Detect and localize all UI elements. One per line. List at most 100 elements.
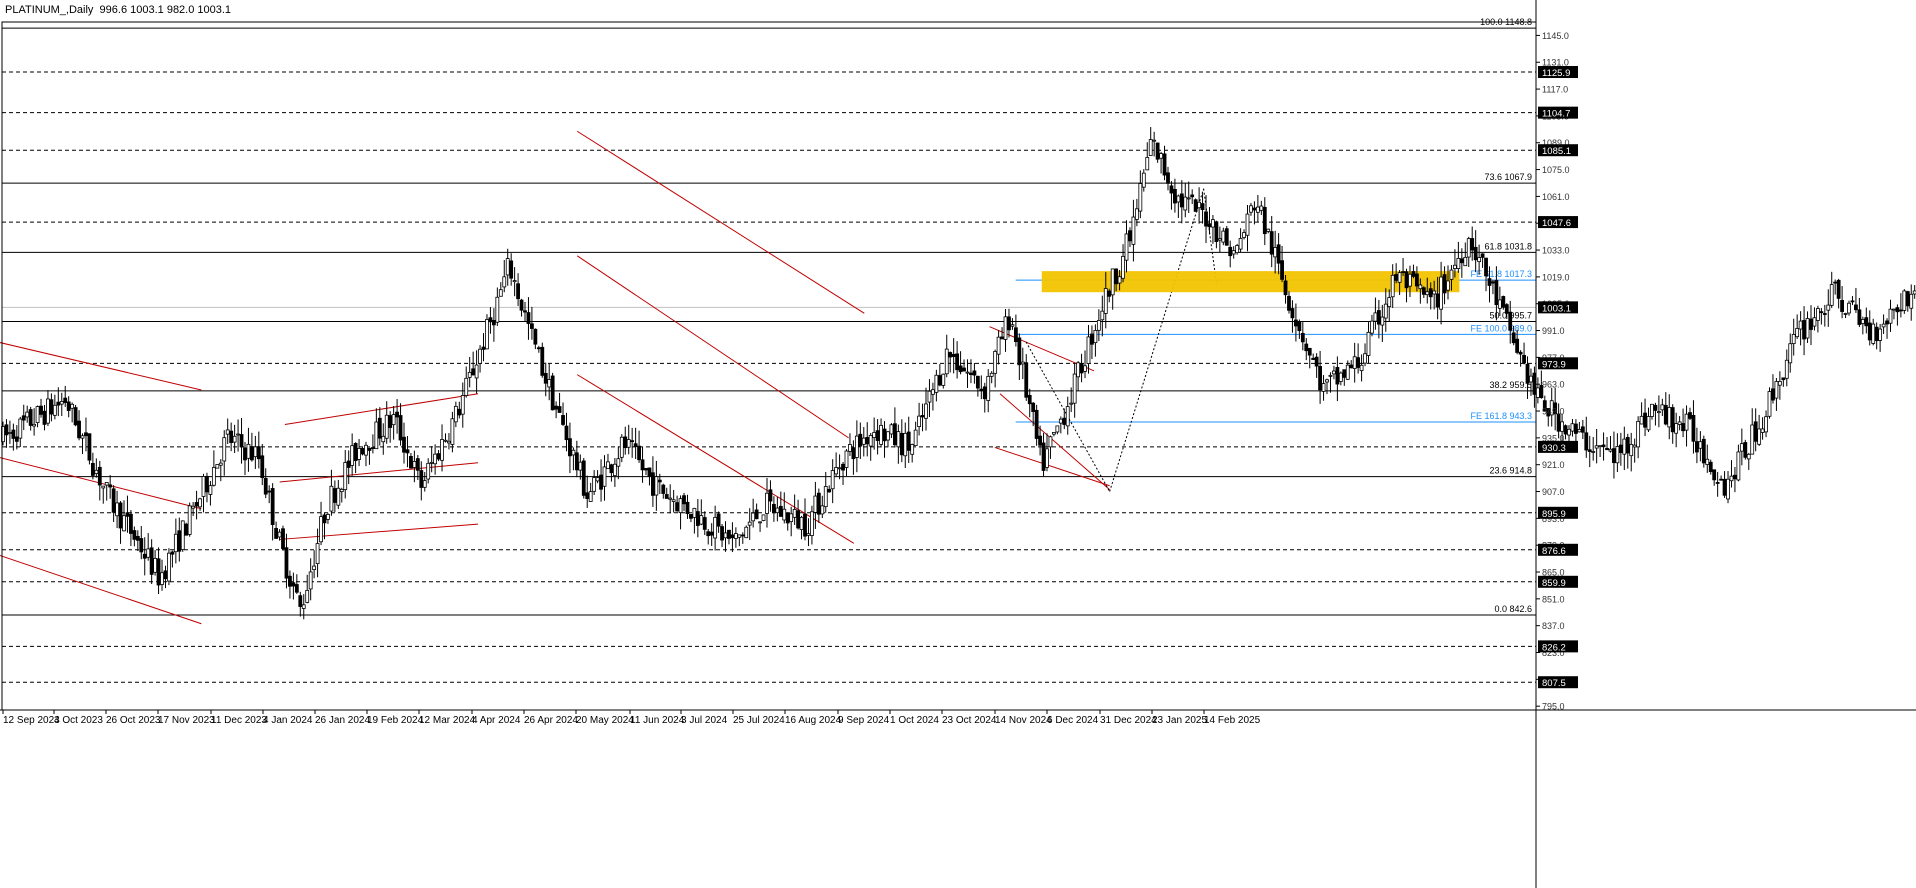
candle-body (301, 604, 306, 609)
candle (875, 419, 880, 455)
candle (1058, 416, 1063, 434)
candle-body (1618, 444, 1623, 453)
candle (1183, 182, 1188, 218)
candle (730, 522, 735, 553)
candle (104, 482, 109, 501)
candle (1052, 432, 1056, 437)
candle (433, 444, 438, 475)
candle-body (1069, 402, 1074, 405)
candle-body (1892, 308, 1896, 311)
candle-body (108, 484, 113, 488)
candle (1632, 438, 1637, 463)
candle (962, 359, 966, 372)
candle (1729, 460, 1734, 488)
candle (1404, 268, 1409, 303)
level-price-label: 876.6 (1542, 546, 1566, 557)
candle (744, 525, 749, 539)
candle-body (865, 437, 870, 445)
candle-body (1712, 469, 1717, 481)
candle (298, 591, 303, 617)
candle (18, 416, 23, 447)
candle (364, 441, 368, 467)
candle (381, 423, 386, 455)
trend-channel-line (279, 523, 479, 540)
candle (122, 500, 126, 532)
candle (1342, 369, 1347, 386)
fib-expansion-label: FE 61.8 1017.3 (1470, 269, 1532, 279)
candle (1736, 444, 1741, 482)
candle-body (191, 505, 196, 509)
candle (1314, 353, 1319, 378)
candle (1249, 202, 1253, 216)
candle (1829, 271, 1834, 309)
candle-body (1577, 429, 1582, 433)
candle-body (405, 449, 410, 454)
candle (1013, 314, 1018, 347)
candle (799, 515, 804, 540)
candle-body (381, 435, 386, 443)
price-chart[interactable]: 100.0 1148.873.6 1067.961.8 1031.850.0 9… (0, 0, 1916, 888)
candle-body (1145, 157, 1150, 171)
candle-body (208, 485, 213, 495)
trend-channel-line (0, 554, 202, 625)
candle-body (49, 399, 54, 415)
x-tick-label: 26 Jan 2024 (315, 715, 370, 726)
candle (1618, 432, 1623, 466)
candle-body (1905, 291, 1910, 307)
candle-body (471, 368, 476, 376)
candle-body (1591, 451, 1596, 453)
candle (1307, 347, 1312, 369)
candle-body (1878, 328, 1883, 341)
candle-body (509, 260, 514, 279)
candle (1584, 416, 1589, 458)
candle-body (1283, 280, 1288, 296)
candle-body (312, 565, 317, 571)
candle (699, 499, 704, 526)
candle-body (1179, 193, 1184, 208)
candle-body (177, 530, 182, 552)
candle (841, 461, 845, 485)
candle-body (657, 479, 662, 483)
candle-body (526, 312, 531, 324)
candle-body (969, 372, 973, 375)
candle (395, 399, 399, 434)
candle-body (647, 467, 652, 477)
candle-body (1387, 297, 1392, 308)
y-tick-label: 837.0 (1542, 621, 1565, 631)
candle-body (868, 434, 873, 447)
candle-body (1466, 238, 1471, 258)
candle (564, 412, 569, 452)
candle (205, 472, 209, 503)
candle-body (820, 505, 825, 515)
candle (844, 449, 849, 477)
candle-body (35, 406, 40, 423)
candle-body (73, 407, 78, 426)
x-tick-label: 17 Nov 2023 (158, 715, 215, 726)
candle-body (1812, 317, 1817, 327)
candle (77, 410, 81, 441)
candle (167, 548, 171, 586)
candle-body (1204, 211, 1208, 227)
candle-body (1401, 271, 1405, 273)
candle-body (1421, 287, 1426, 295)
candle (1608, 435, 1613, 453)
candle (94, 458, 99, 478)
candle-body (678, 498, 683, 514)
candle (1743, 439, 1748, 460)
candle (1764, 410, 1768, 438)
candle-body (1757, 428, 1762, 445)
x-tick-label: 1 Oct 2024 (890, 715, 939, 726)
candle-body (346, 460, 351, 468)
candle-body (336, 487, 341, 506)
candle (1601, 432, 1606, 461)
candle-body (1449, 269, 1454, 280)
candle-body (467, 371, 472, 378)
candle-body (920, 415, 925, 418)
x-tick-label: 12 Mar 2024 (419, 715, 476, 726)
candle-body (706, 531, 711, 537)
candle (519, 298, 524, 317)
candle (419, 461, 424, 501)
candle-body (861, 437, 866, 445)
candle (1591, 436, 1596, 461)
candle (274, 521, 278, 539)
